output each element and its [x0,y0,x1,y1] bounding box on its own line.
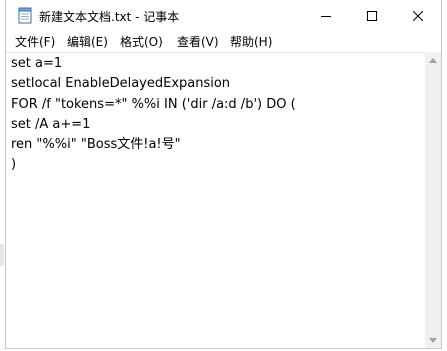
close-icon [413,10,423,21]
menu-help[interactable]: 帮助(H) [230,33,272,50]
editor-line: set a=1 [11,56,63,71]
editor-line: set /A a+=1 [11,116,91,132]
background-edge [0,244,4,266]
menu-bar: 文件(F) 编辑(E) 格式(O) 查看(V) 帮助(H) [6,31,441,51]
scroll-down-icon[interactable] [425,332,441,348]
close-button[interactable] [395,0,441,31]
menu-format[interactable]: 格式(O) [120,33,163,50]
minimize-icon [321,15,331,17]
window-title: 新建文本文档.txt - 记事本 [39,10,180,24]
editor-line: ren "%%i" "Boss文件!a!号" [11,137,181,153]
minimize-button[interactable] [303,0,349,31]
editor-content[interactable]: set a=1 setlocal EnableDelayedExpansion FO… [11,54,296,176]
vertical-scrollbar[interactable] [425,52,441,348]
menu-view[interactable]: 查看(V) [177,33,219,50]
menu-edit[interactable]: 编辑(E) [67,33,108,50]
notepad-icon [18,7,32,24]
editor-line: ) [11,157,17,173]
menu-file[interactable]: 文件(F) [15,33,55,50]
editor-line: setlocal EnableDelayedExpansion [11,76,231,92]
maximize-button[interactable] [349,0,395,31]
notepad-window: 新建文本文档.txt - 记事本 文件(F) 编辑(E) 格式(O) 查看(V)… [5,0,442,349]
title-bar[interactable]: 新建文本文档.txt - 记事本 [6,0,441,31]
editor-line: FOR /f "tokens=*" %%i IN ('dir /a:d /b')… [11,96,296,112]
text-editor[interactable]: set a=1 setlocal EnableDelayedExpansion FO… [6,52,425,348]
maximize-icon [367,10,377,21]
scroll-up-icon[interactable] [425,52,441,68]
